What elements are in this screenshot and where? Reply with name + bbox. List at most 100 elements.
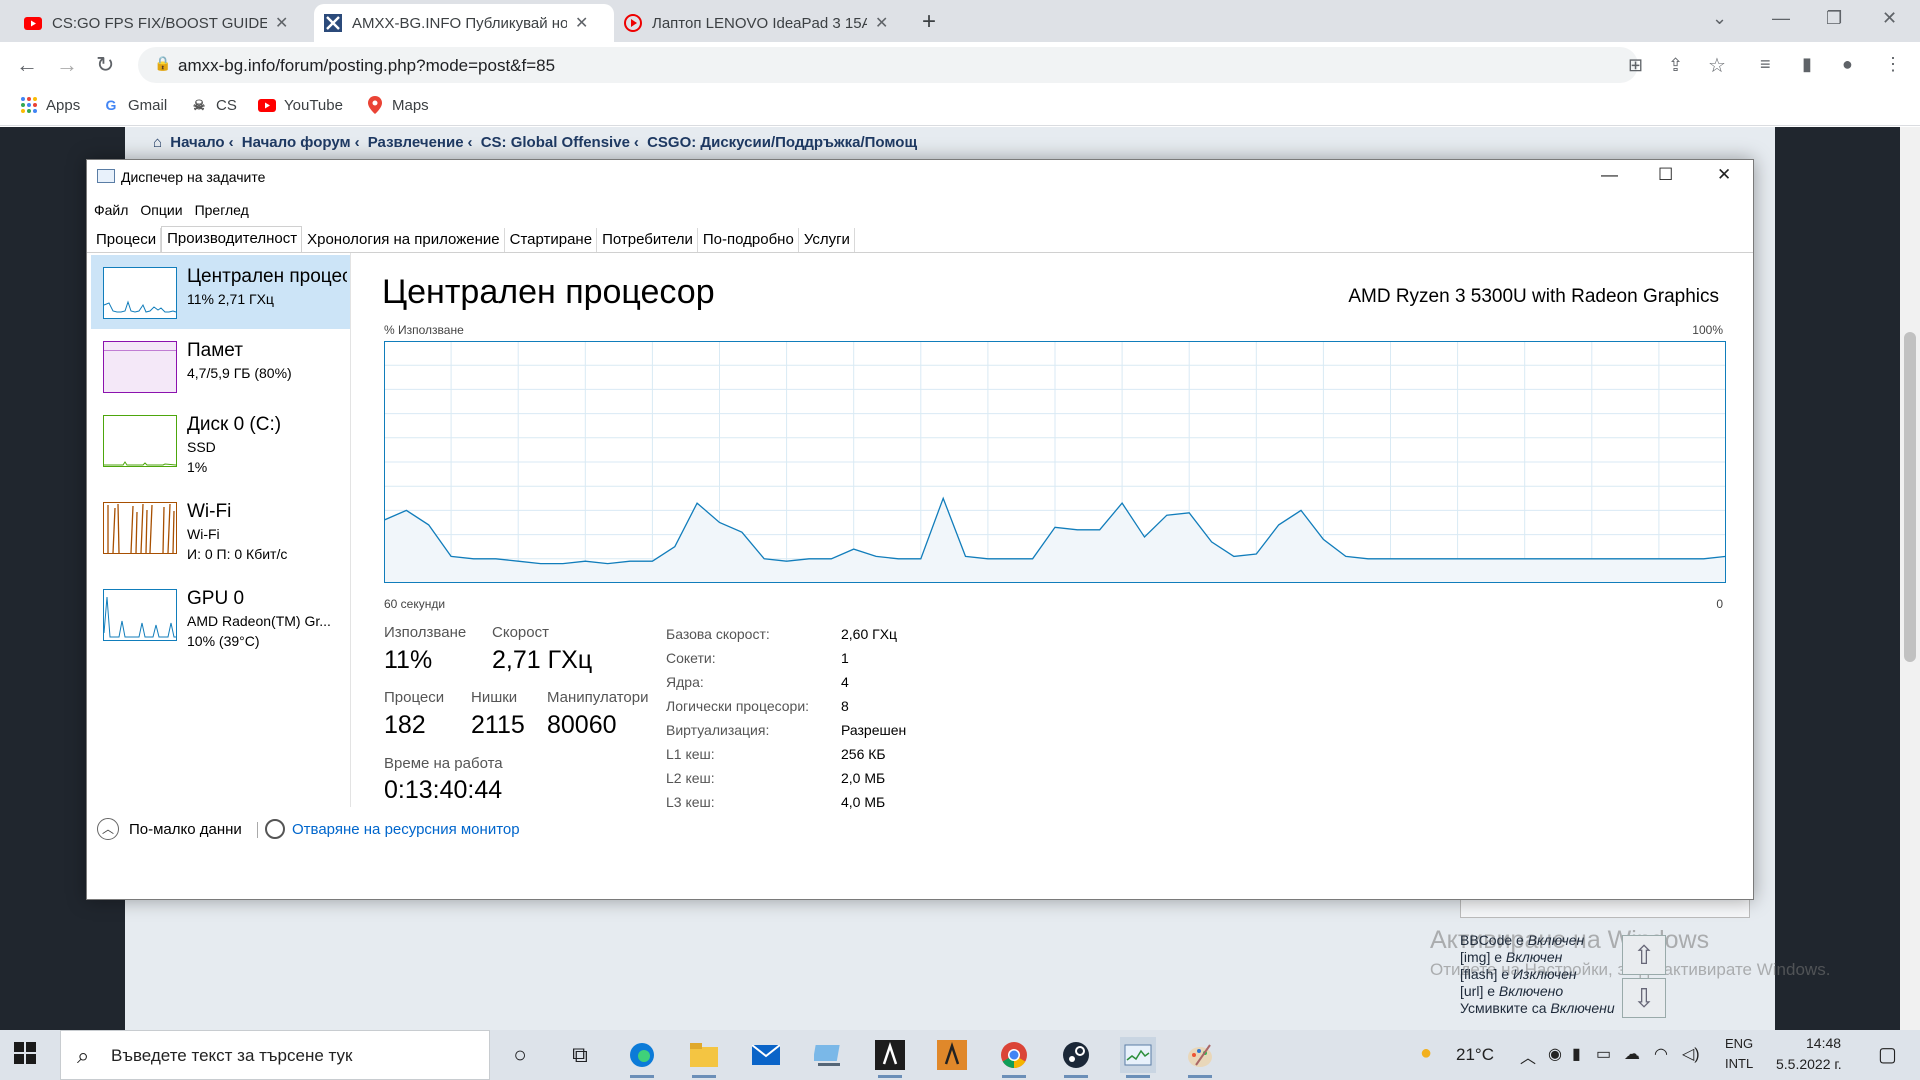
bookmark-star-icon[interactable]: ☆	[1708, 53, 1726, 78]
chrome-icon[interactable]	[996, 1037, 1032, 1078]
share-icon[interactable]: ⇪	[1668, 55, 1683, 76]
task-manager-titlebar[interactable]: Диспечер на задачите — ☐ ✕	[87, 160, 1753, 192]
tab-services[interactable]: Услуги	[799, 228, 855, 252]
scroll-up-arrow-icon[interactable]: ⇧	[1622, 935, 1666, 975]
taskbar-search-box[interactable]: ⌕ Въведете текст за търсене тук	[60, 1030, 490, 1080]
tab-startup[interactable]: Стартиране	[505, 228, 598, 252]
mail-icon[interactable]	[748, 1037, 784, 1073]
breadcrumb-link[interactable]: Развлечение	[368, 134, 464, 151]
sidebar-item-wifi[interactable]: Wi-Fi Wi-Fi И: 0 П: 0 Кбит/с	[91, 490, 351, 564]
menu-view[interactable]: Преглед	[195, 202, 249, 218]
temperature-text[interactable]: 21°C	[1456, 1045, 1494, 1065]
input-layout[interactable]: INTL	[1725, 1056, 1753, 1071]
menu-file[interactable]: Файл	[94, 202, 128, 218]
scroll-down-arrow-icon[interactable]: ⇩	[1622, 978, 1666, 1018]
bookmark-cs[interactable]: ☠ CS	[190, 96, 237, 114]
bbcode-prefix: [img] е	[1460, 949, 1506, 965]
input-language[interactable]: ENG	[1725, 1036, 1753, 1051]
bbcode-line: [img] е Включен	[1460, 949, 1615, 966]
sidebar-item-memory[interactable]: Памет 4,7/5,9 ГБ (80%)	[91, 329, 351, 403]
reload-icon[interactable]: ↻	[96, 52, 114, 78]
tab-app-history[interactable]: Хронология на приложение	[302, 228, 505, 252]
volume-icon[interactable]: ◁)	[1682, 1044, 1700, 1064]
breadcrumb-link[interactable]: Начало	[170, 134, 224, 151]
graph-y-max-label: 100%	[1692, 323, 1723, 337]
search-icon: ⌕	[77, 1043, 90, 1068]
translate-icon[interactable]: ⊞	[1628, 55, 1643, 76]
minimize-icon[interactable]: —	[1772, 8, 1790, 29]
close-icon[interactable]: ✕	[875, 13, 888, 33]
steam-icon[interactable]	[1058, 1037, 1094, 1078]
windows-start-icon[interactable]	[14, 1042, 36, 1069]
clock-time[interactable]: 14:48	[1806, 1035, 1841, 1051]
menu-kebab-icon[interactable]: ⋮	[1884, 54, 1902, 75]
paint-icon[interactable]	[1182, 1037, 1218, 1078]
task-view-icon[interactable]: ⧉	[562, 1037, 598, 1073]
breadcrumb-link[interactable]: CSGO: Дискусии/Поддръжка/Помощ	[647, 134, 917, 151]
detail-label: Виртуализация:	[666, 722, 770, 738]
file-explorer-icon[interactable]	[686, 1037, 722, 1078]
browser-tab-amxx[interactable]: AMXX-BG.INFO Публикувай нов ✕	[314, 4, 614, 42]
close-icon[interactable]: ✕	[575, 13, 588, 33]
browser-tab-lenovo[interactable]: Лаптоп LENOVO IdeaPad 3 15AD ✕	[614, 4, 914, 42]
onedrive-cloud-icon[interactable]: ☁	[1624, 1044, 1640, 1064]
breadcrumb-link[interactable]: Начало форум	[242, 134, 351, 151]
detail-value: Разрешен	[841, 722, 907, 738]
bookmark-maps[interactable]: Maps	[366, 96, 429, 114]
tab-details[interactable]: По-подробно	[698, 228, 799, 252]
fewer-details-button[interactable]: По-малко данни	[129, 821, 242, 838]
profile-avatar-icon[interactable]: ●	[1842, 54, 1853, 75]
resource-monitor-link[interactable]: Отваряне на ресурсния монитор	[292, 821, 520, 838]
resource-monitor-icon[interactable]	[265, 819, 285, 839]
weather-app-icon[interactable]	[810, 1037, 846, 1073]
breadcrumb-link[interactable]: CS: Global Offensive	[481, 134, 630, 151]
url-text[interactable]: amxx-bg.info/forum/posting.php?mode=post…	[178, 56, 555, 76]
clock-date[interactable]: 5.5.2022 г.	[1776, 1056, 1842, 1072]
bookmark-gmail[interactable]: G Gmail	[102, 96, 168, 114]
battery-icon[interactable]: ▭	[1596, 1044, 1611, 1064]
tab-search-chevron-icon[interactable]: ⌄	[1712, 8, 1727, 29]
browser-tab-youtube[interactable]: CS:GO FPS FIX/BOOST GUIDE BY ✕	[14, 4, 314, 42]
tab-users[interactable]: Потребители	[597, 228, 698, 252]
bookmark-label: CS	[216, 96, 237, 114]
sidebar-item-gpu[interactable]: GPU 0 AMD Radeon(TM) Gr... 10% (39°C)	[91, 577, 351, 651]
menu-options[interactable]: Опции	[140, 202, 182, 218]
tab-performance[interactable]: Производителност	[161, 226, 303, 252]
task-manager-icon[interactable]	[1120, 1037, 1156, 1078]
side-panel-icon[interactable]: ▮	[1802, 54, 1812, 75]
sidebar-sub: AMD Radeon(TM) Gr...	[187, 613, 331, 629]
cortana-icon[interactable]: ○	[502, 1037, 538, 1073]
close-icon[interactable]: ✕	[275, 13, 288, 33]
bookmark-apps[interactable]: Apps	[20, 96, 80, 114]
address-bar[interactable]: 🔒 amxx-bg.info/forum/posting.php?mode=po…	[138, 47, 1726, 83]
forward-arrow-icon[interactable]: →	[56, 52, 78, 78]
chevron-up-icon[interactable]: ︿	[97, 818, 119, 840]
csgo-icon[interactable]	[872, 1037, 908, 1078]
webcam-icon[interactable]: ◉	[1548, 1044, 1562, 1064]
minimize-icon[interactable]: —	[1601, 165, 1618, 185]
sidebar-item-disk[interactable]: Диск 0 (C:) SSD 1%	[91, 403, 351, 477]
bbcode-line: [flash] е Изключен	[1460, 966, 1615, 983]
bookmark-youtube[interactable]: YouTube	[258, 96, 343, 114]
microphone-icon[interactable]: ▮	[1572, 1044, 1581, 1064]
close-icon[interactable]: ✕	[1717, 165, 1731, 185]
scrollbar-thumb[interactable]	[1904, 332, 1916, 662]
back-arrow-icon[interactable]: ←	[16, 52, 38, 78]
maximize-icon[interactable]: ☐	[1658, 165, 1673, 185]
sidebar-item-cpu[interactable]: Централен процесор 11% 2,71 ГХц	[91, 255, 351, 329]
restore-icon[interactable]: ❐	[1826, 8, 1842, 29]
chevron-up-icon[interactable]: ︿	[1520, 1044, 1536, 1068]
weather-sun-icon[interactable]: ●	[1420, 1042, 1432, 1065]
reading-list-icon[interactable]: ≡	[1760, 54, 1771, 75]
wifi-icon[interactable]: ◠	[1654, 1044, 1668, 1064]
edge-icon[interactable]	[624, 1037, 660, 1078]
page-scrollbar[interactable]	[1900, 127, 1920, 1030]
close-window-icon[interactable]: ✕	[1882, 8, 1897, 29]
lock-icon[interactable]: 🔒	[154, 55, 171, 72]
notifications-icon[interactable]: ▢	[1878, 1042, 1897, 1067]
breadcrumb: ⌂ Начало ‹ Начало форум ‹ Развлечение ‹ CS:…	[153, 134, 921, 151]
cs-icon[interactable]	[934, 1037, 970, 1073]
new-tab-button[interactable]: +	[922, 8, 936, 36]
cpu-usage-graph	[384, 341, 1726, 583]
tab-processes[interactable]: Процеси	[91, 228, 162, 252]
